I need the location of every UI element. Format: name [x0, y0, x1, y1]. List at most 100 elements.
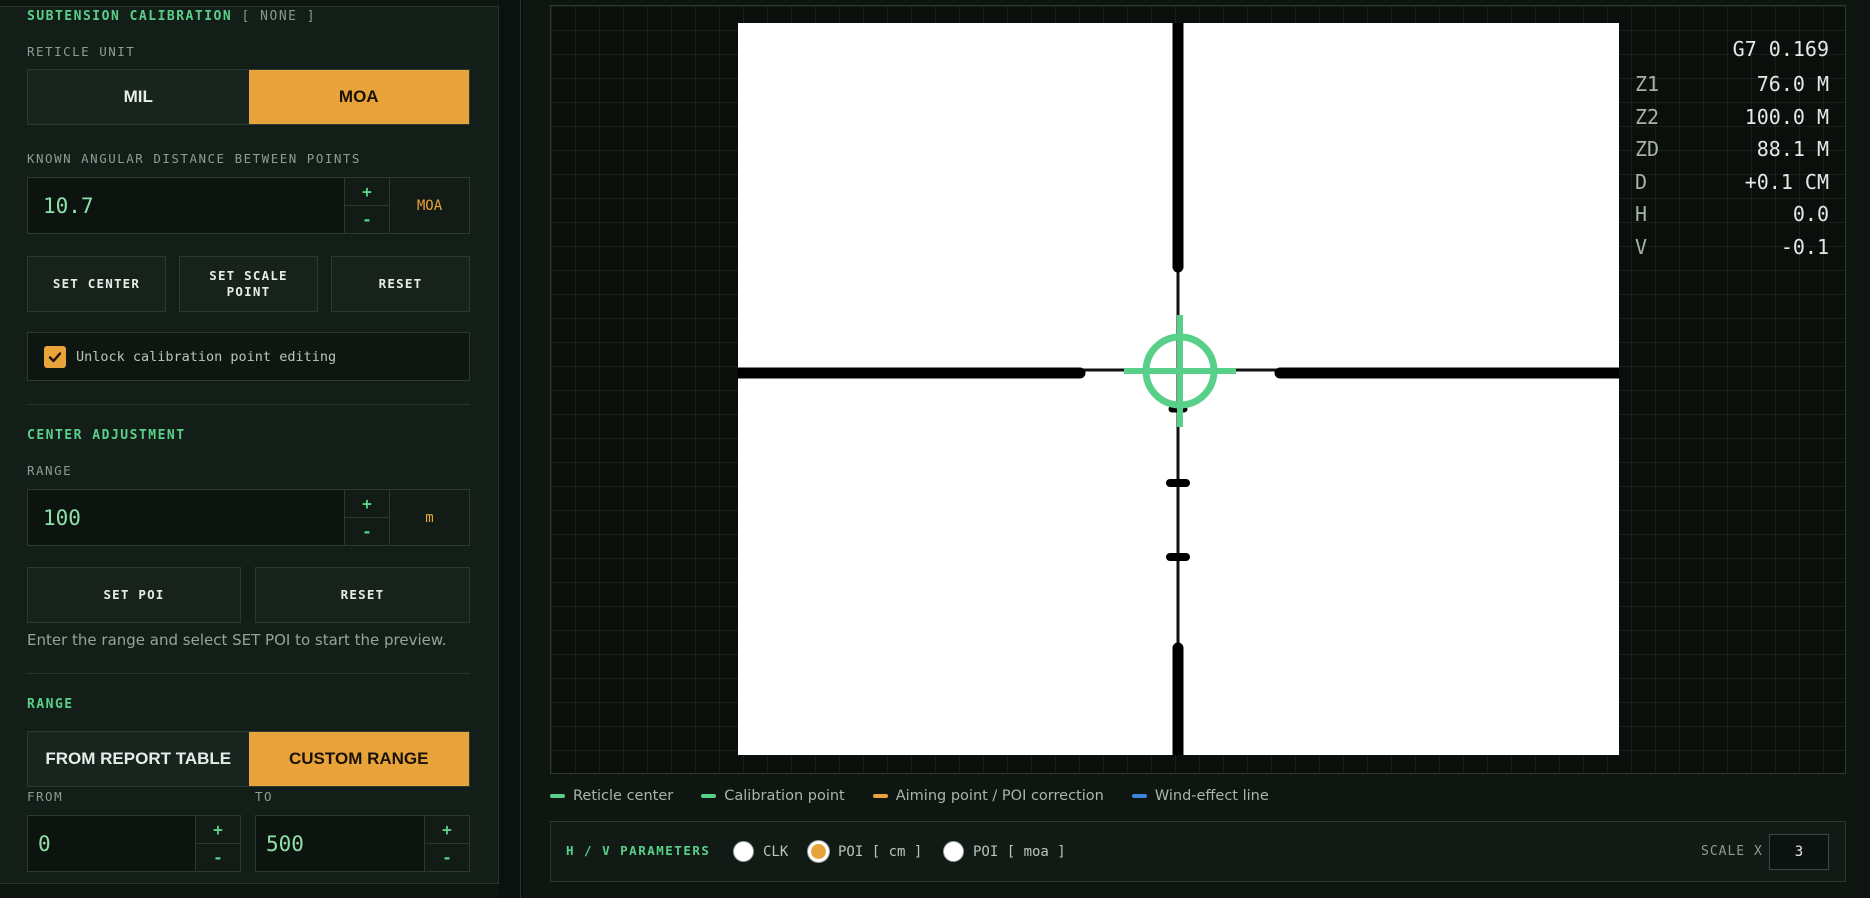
from-report-table-button[interactable]: FROM REPORT TABLE: [28, 732, 249, 786]
reticle-image[interactable]: [732, 17, 1625, 761]
readout-key: Z2: [1635, 104, 1660, 129]
unit-moa-button[interactable]: MOA: [248, 70, 469, 124]
readout-row: H 0.0: [1635, 202, 1829, 226]
legend-label: Reticle center: [573, 788, 674, 804]
calibration-status: [ NONE ]: [241, 9, 317, 24]
to-stepper: + -: [424, 816, 469, 871]
legend-label: Calibration point: [724, 788, 845, 804]
section-title-text: SUBTENSION CALIBRATION: [27, 9, 233, 24]
radio-clk-dot[interactable]: [733, 841, 754, 862]
range-source-toggle: FROM REPORT TABLE CUSTOM RANGE: [27, 731, 470, 787]
hv-parameters-title: H / V PARAMETERS: [566, 843, 711, 858]
legend-swatch: [872, 794, 888, 798]
scale-input[interactable]: 3: [1769, 834, 1829, 870]
legend: Reticle center Calibration point Aiming …: [550, 788, 1269, 804]
legend-swatch: [701, 794, 717, 798]
readout-row: Z1 76.0 M: [1635, 72, 1829, 96]
panel-divider: [520, 0, 521, 898]
radio-clk-label: CLK: [763, 843, 789, 860]
unit-mil-button[interactable]: MIL: [28, 70, 249, 124]
reticle-unit-label: RETICLE UNIT: [27, 44, 136, 59]
to-field: 500 + -: [255, 815, 470, 872]
divider: [27, 673, 470, 674]
distance-field: 10.7 + - MOA: [27, 177, 470, 234]
range-field: 100 + - m: [27, 489, 470, 546]
readout-key: D: [1635, 169, 1648, 194]
set-scale-point-button[interactable]: SET SCALE POINT: [179, 256, 318, 312]
radio-poi-moa-label: POI [ moa ]: [973, 843, 1066, 860]
readout-key: Z1: [1635, 72, 1660, 96]
reticle-center-marker: [1124, 315, 1236, 427]
subtension-calibration-title: SUBTENSION CALIBRATION [ NONE ]: [27, 9, 316, 24]
legend-label: Wind-effect line: [1154, 788, 1269, 804]
unlock-editing-row[interactable]: Unlock calibration point editing: [27, 332, 470, 381]
to-label: TO: [255, 789, 274, 804]
center-adjustment-hint: Enter the range and select SET POI to st…: [27, 631, 447, 649]
divider: [27, 404, 470, 405]
center-reset-button[interactable]: RESET: [255, 567, 470, 623]
readout-key: ZD: [1635, 137, 1660, 161]
distance-increment-button[interactable]: +: [345, 178, 389, 206]
calibration-reset-button[interactable]: RESET: [331, 256, 470, 312]
ballistic-coefficient-readout: G7 0.169: [1635, 37, 1829, 61]
distance-input[interactable]: 10.7: [28, 178, 344, 233]
from-decrement-button[interactable]: -: [196, 844, 240, 871]
readout-row: V -0.1: [1635, 235, 1829, 259]
to-increment-button[interactable]: +: [425, 816, 469, 844]
readout-value: 0.0: [1792, 202, 1829, 226]
legend-reticle-center: Reticle center: [550, 788, 673, 804]
unlock-checkbox[interactable]: [44, 345, 66, 368]
set-center-button[interactable]: SET CENTER: [27, 256, 166, 312]
center-adjustment-title: CENTER ADJUSTMENT: [27, 428, 186, 443]
readout-value: 88.1 M: [1756, 137, 1829, 161]
legend-swatch: [550, 794, 565, 798]
legend-calibration-point: Calibration point: [701, 788, 845, 804]
scale-label: SCALE X: [1701, 844, 1763, 859]
from-input[interactable]: 0: [28, 816, 195, 871]
from-increment-button[interactable]: +: [196, 816, 240, 844]
to-input[interactable]: 500: [256, 816, 424, 871]
check-icon: [48, 351, 62, 362]
readout-value: +0.1 CM: [1744, 169, 1829, 194]
readout-key: V: [1635, 234, 1648, 259]
readout-value: 76.0 M: [1756, 72, 1829, 96]
readout-row: ZD 88.1 M: [1635, 137, 1829, 161]
range-input[interactable]: 100: [28, 490, 344, 545]
from-label: FROM: [27, 789, 64, 804]
from-stepper: + -: [195, 816, 240, 871]
radio-clk[interactable]: CLK: [733, 841, 788, 862]
legend-aiming-point: Aiming point / POI correction: [872, 788, 1104, 804]
range-section-title: RANGE: [27, 697, 74, 712]
readout-key: H: [1635, 202, 1648, 226]
set-poi-button[interactable]: SET POI: [27, 567, 241, 623]
distance-label: KNOWN ANGULAR DISTANCE BETWEEN POINTS: [27, 151, 361, 166]
distance-decrement-button[interactable]: -: [345, 206, 389, 233]
unlock-label: Unlock calibration point editing: [76, 348, 337, 365]
bc-value: G7 0.169: [1732, 37, 1829, 61]
radio-poi-cm[interactable]: POI [ cm ]: [808, 841, 922, 862]
reticle-unit-toggle: MIL MOA: [27, 69, 470, 125]
readout-value: 100.0 M: [1744, 104, 1829, 129]
distance-stepper: + -: [344, 178, 389, 233]
hv-parameters-bar: H / V PARAMETERS CLK POI [ cm ] POI [ mo…: [550, 821, 1846, 882]
legend-swatch: [1131, 794, 1147, 798]
range-unit: m: [389, 490, 469, 545]
radio-poi-cm-label: POI [ cm ]: [838, 843, 923, 860]
reticle-crosshair-graphic: [732, 17, 1625, 761]
range-stepper: + -: [344, 490, 389, 545]
radio-poi-cm-dot[interactable]: [808, 841, 829, 862]
to-decrement-button[interactable]: -: [425, 844, 469, 871]
legend-wind-effect-line: Wind-effect line: [1131, 788, 1269, 804]
from-field: 0 + -: [27, 815, 241, 872]
radio-poi-moa-dot[interactable]: [943, 841, 964, 862]
range-decrement-button[interactable]: -: [345, 518, 389, 545]
readout-row: D +0.1 CM: [1635, 170, 1829, 194]
radio-poi-moa[interactable]: POI [ moa ]: [943, 841, 1066, 862]
distance-unit: MOA: [389, 178, 469, 233]
legend-label: Aiming point / POI correction: [895, 788, 1104, 804]
range-increment-button[interactable]: +: [345, 490, 389, 518]
readout-row: Z2 100.0 M: [1635, 105, 1829, 129]
range-label: RANGE: [27, 463, 73, 478]
readout-value: -0.1: [1780, 234, 1829, 259]
custom-range-button[interactable]: CUSTOM RANGE: [248, 732, 469, 786]
